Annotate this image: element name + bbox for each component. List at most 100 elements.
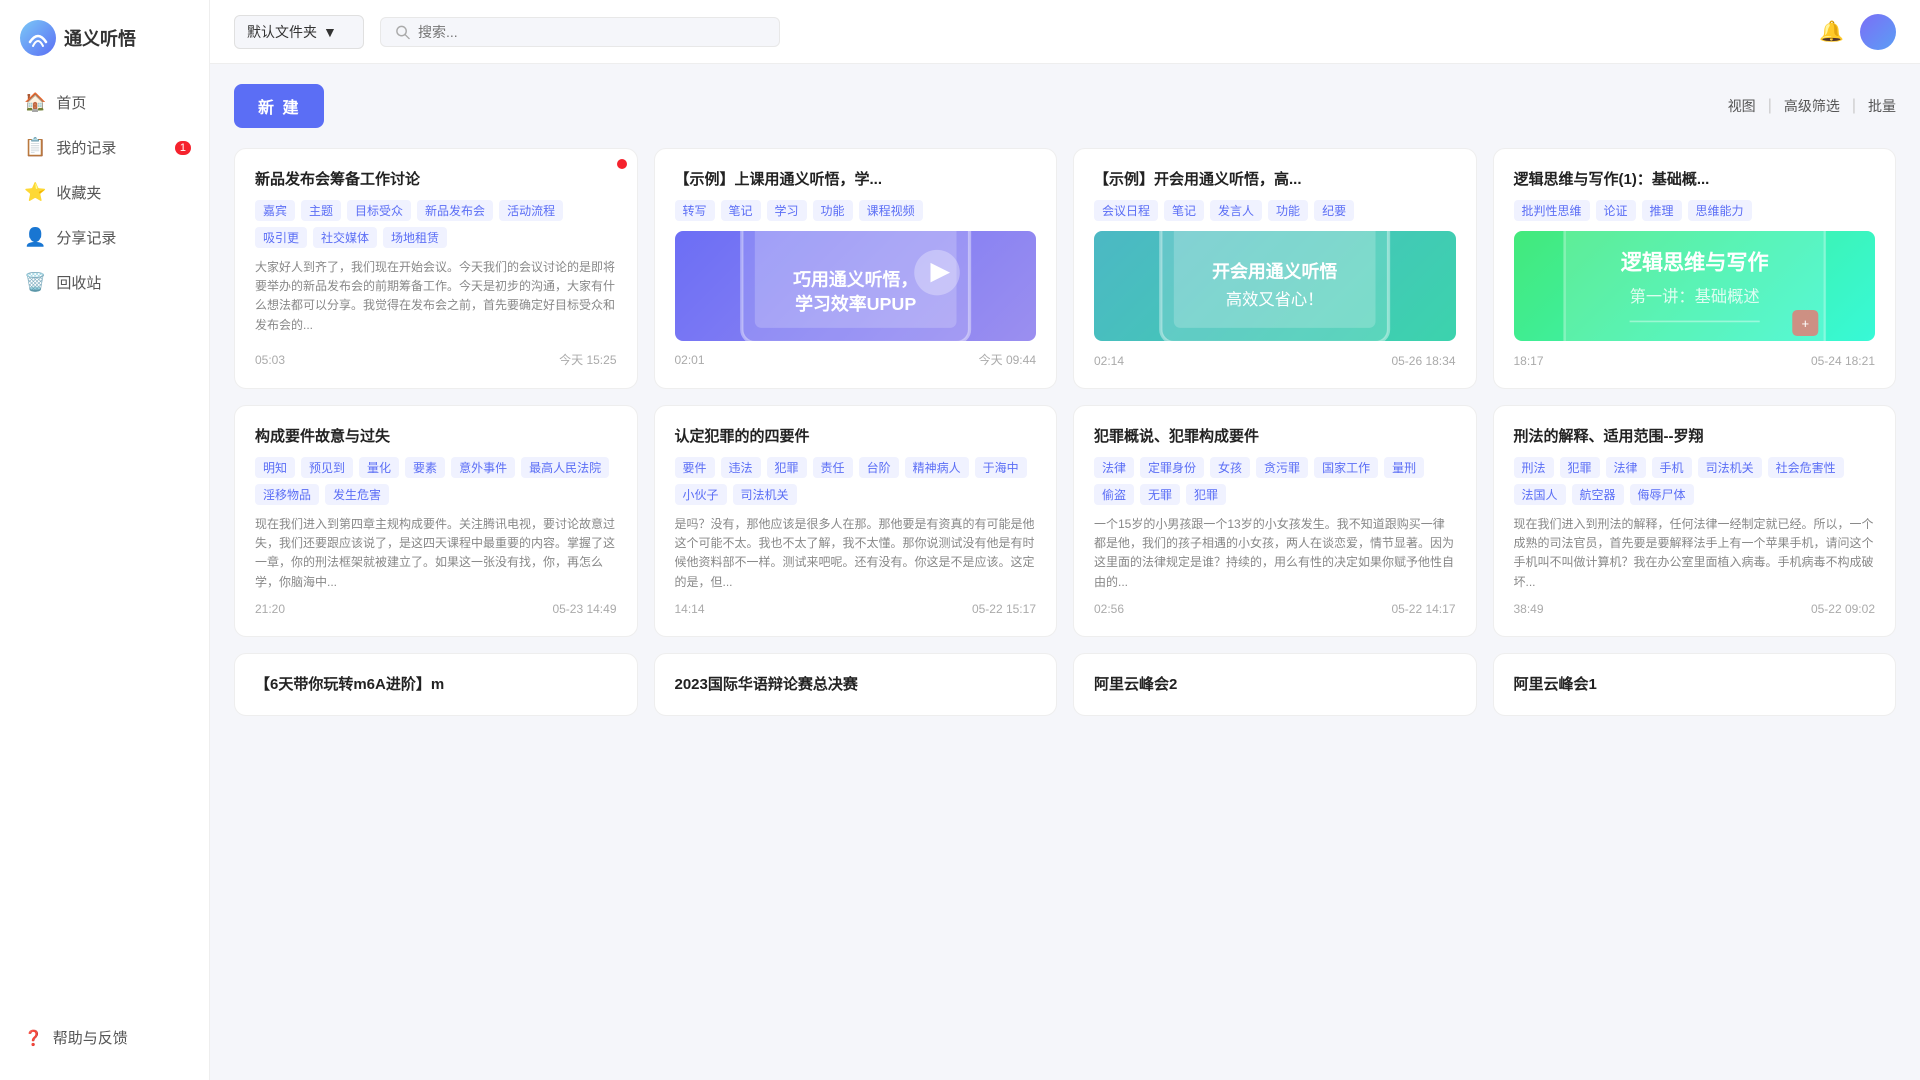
card-title: 逻辑思维与写作(1)：基础概...: [1514, 169, 1876, 190]
search-icon: [395, 24, 410, 40]
card-item[interactable]: 逻辑思维与写作(1)：基础概... 批判性思维论证推理思维能力 逻辑思维与写作 第…: [1493, 148, 1897, 389]
tag: 法律: [1094, 457, 1134, 478]
tag: 社会危害性: [1768, 457, 1844, 478]
card-date: 05-22 15:17: [972, 602, 1036, 616]
sidebar-item-home[interactable]: 🏠 首页: [0, 80, 209, 125]
tag: 国家工作: [1314, 457, 1378, 478]
card-tags: 会议日程笔记发言人功能纪要: [1094, 200, 1456, 221]
view-button[interactable]: 视图: [1728, 96, 1756, 116]
tag: 学习: [767, 200, 807, 221]
card-tags: 嘉宾主题目标受众新品发布会活动流程吸引更社交媒体场地租赁: [255, 200, 617, 248]
tag: 无罪: [1140, 484, 1180, 505]
tag: 精神病人: [905, 457, 969, 478]
tag: 会议日程: [1094, 200, 1158, 221]
sidebar-item-my-records[interactable]: 📋 我的记录 1: [0, 125, 209, 170]
tag: 刑法: [1514, 457, 1554, 478]
sidebar-item-favorites[interactable]: ⭐ 收藏夹: [0, 170, 209, 215]
search-input[interactable]: [418, 24, 765, 40]
card-item[interactable]: 2023国际华语辩论赛总决赛: [654, 653, 1058, 716]
card-dot: [617, 159, 627, 169]
card-item[interactable]: 构成要件故意与过失明知预见到量化要素意外事件最高人民法院淫移物品发生危害现在我们…: [234, 405, 638, 637]
sidebar-item-shared[interactable]: 👤 分享记录: [0, 215, 209, 260]
tag: 小伙子: [675, 484, 727, 505]
trash-icon: 🗑️: [24, 272, 46, 293]
card-title: 认定犯罪的的四要件: [675, 426, 1037, 447]
card-item[interactable]: 【示例】开会用通义听悟，高...会议日程笔记发言人功能纪要 开会用通义听悟 高效…: [1073, 148, 1477, 389]
tag: 思维能力: [1688, 200, 1752, 221]
card-footer: 05:03 今天 15:25: [255, 351, 617, 368]
card-title: 2023国际华语辩论赛总决赛: [675, 674, 1037, 695]
sidebar-label-help: 帮助与反馈: [53, 1027, 128, 1048]
card-tags: 要件违法犯罪责任台阶精神病人于海中小伙子司法机关: [675, 457, 1037, 505]
help-icon: ❓: [24, 1029, 43, 1047]
tag: 淫移物品: [255, 484, 319, 505]
sidebar-item-help[interactable]: ❓ 帮助与反馈: [0, 1015, 209, 1060]
card-preview-image: 逻辑思维与写作 第一讲：基础概述 +: [1514, 231, 1876, 341]
card-item[interactable]: 阿里云峰会1: [1493, 653, 1897, 716]
card-title: 犯罪概说、犯罪构成要件: [1094, 426, 1456, 447]
card-title: 阿里云峰会2: [1094, 674, 1456, 695]
tag: 定罪身份: [1140, 457, 1204, 478]
card-item[interactable]: 认定犯罪的的四要件要件违法犯罪责任台阶精神病人于海中小伙子司法机关是吗？没有，那…: [654, 405, 1058, 637]
card-excerpt: 现在我们进入到第四章主规构成要件。关注腾讯电视，要讨论故意过失，我们还要跟应该说…: [255, 515, 617, 592]
laptop-illustration: 开会用通义听悟 高效又省心！: [1112, 231, 1437, 341]
user-avatar[interactable]: [1860, 14, 1896, 50]
app-logo-icon: [20, 20, 56, 56]
tag: 明知: [255, 457, 295, 478]
card-title: 【示例】上课用通义听悟，学...: [675, 169, 1037, 190]
search-bar[interactable]: [380, 17, 780, 47]
card-date: 05-26 18:34: [1391, 354, 1455, 368]
card-footer: 02:01 今天 09:44: [675, 351, 1037, 368]
card-item[interactable]: 刑法的解释、适用范围--罗翔刑法犯罪法律手机司法机关社会危害性法国人航空器侮辱尸…: [1493, 405, 1897, 637]
tag: 犯罪: [1186, 484, 1226, 505]
header-actions: 🔔: [1819, 14, 1896, 50]
card-date: 05-23 14:49: [552, 602, 616, 616]
card-footer: 18:17 05-24 18:21: [1514, 354, 1876, 368]
card-tags: 明知预见到量化要素意外事件最高人民法院淫移物品发生危害: [255, 457, 617, 505]
card-excerpt: 是吗？没有，那他应该是很多人在那。那他要是有资真的有可能是他这个可能不太。我也不…: [675, 515, 1037, 592]
tag: 法国人: [1514, 484, 1566, 505]
tag: 预见到: [301, 457, 353, 478]
card-excerpt: 现在我们进入到刑法的解释，任何法律一经制定就已经。所以，一个成熟的司法官员，首先…: [1514, 515, 1876, 592]
records-badge: 1: [175, 141, 191, 155]
card-item[interactable]: 犯罪概说、犯罪构成要件法律定罪身份女孩贪污罪国家工作量刑偷盗无罪犯罪一个15岁的…: [1073, 405, 1477, 637]
batch-button[interactable]: 批量: [1868, 96, 1896, 116]
folder-selector[interactable]: 默认文件夹 ▼: [234, 15, 364, 49]
card-item[interactable]: 【6天带你玩转m6A进阶】m: [234, 653, 638, 716]
card-title: 构成要件故意与过失: [255, 426, 617, 447]
tag: 批判性思维: [1514, 200, 1590, 221]
logo: 通义听悟: [0, 20, 209, 80]
shared-icon: 👤: [24, 227, 46, 248]
card-duration: 38:49: [1514, 602, 1544, 616]
tag: 论证: [1596, 200, 1636, 221]
new-button[interactable]: 新 建: [234, 84, 324, 128]
card-item[interactable]: 新品发布会筹备工作讨论嘉宾主题目标受众新品发布会活动流程吸引更社交媒体场地租赁大…: [234, 148, 638, 389]
tag: 笔记: [721, 200, 761, 221]
card-duration: 02:01: [675, 353, 705, 367]
tag: 发言人: [1210, 200, 1262, 221]
card-footer: 14:14 05-22 15:17: [675, 602, 1037, 616]
sidebar: 通义听悟 🏠 首页 📋 我的记录 1 ⭐ 收藏夹 👤 分享记录 🗑️ 回收站 ❓…: [0, 0, 210, 1080]
header: 默认文件夹 ▼ 🔔: [210, 0, 1920, 64]
tag: 推理: [1642, 200, 1682, 221]
tag: 侮辱尸体: [1630, 484, 1694, 505]
tag: 意外事件: [451, 457, 515, 478]
card-duration: 02:56: [1094, 602, 1124, 616]
tag: 量刑: [1384, 457, 1424, 478]
tag: 要件: [675, 457, 715, 478]
sidebar-label-shared: 分享记录: [56, 227, 116, 248]
card-excerpt: 一个15岁的小男孩跟一个13岁的小女孩发生。我不知道跟购买一律都是他，我们的孩子…: [1094, 515, 1456, 592]
filter-button[interactable]: 高级筛选: [1784, 96, 1840, 116]
card-item[interactable]: 【示例】上课用通义听悟，学...转写笔记学习功能课程视频 巧用通义听悟， 学习效…: [654, 148, 1058, 389]
card-duration: 14:14: [675, 602, 705, 616]
sidebar-item-trash[interactable]: 🗑️ 回收站: [0, 260, 209, 305]
tag: 功能: [813, 200, 853, 221]
svg-text:高效又省心！: 高效又省心！: [1226, 292, 1324, 310]
main-content: 默认文件夹 ▼ 🔔 新 建 视图 | 高级筛选 | 批量: [210, 0, 1920, 1080]
card-item[interactable]: 阿里云峰会2: [1073, 653, 1477, 716]
tag: 航空器: [1572, 484, 1624, 505]
notification-bell-icon[interactable]: 🔔: [1819, 19, 1844, 44]
records-icon: 📋: [24, 137, 46, 158]
tag: 司法机关: [1698, 457, 1762, 478]
card-tags: 转写笔记学习功能课程视频: [675, 200, 1037, 221]
